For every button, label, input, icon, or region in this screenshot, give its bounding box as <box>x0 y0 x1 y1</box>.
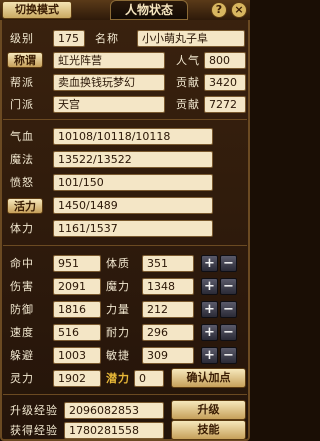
rage-label: 愤怒 <box>10 176 34 189</box>
strength-value: 212 <box>142 301 194 318</box>
magic-value: 1348 <box>142 278 194 295</box>
vitality-button[interactable]: 活力 <box>7 198 43 214</box>
endurance-value: 296 <box>142 324 194 341</box>
stamina-value: 1161/1537 <box>53 220 213 237</box>
gang-contribution-label: 贡献 <box>176 76 200 89</box>
sect-label: 门派 <box>10 98 34 111</box>
dodge-label: 躲避 <box>10 349 34 362</box>
close-icon[interactable]: × <box>231 2 247 18</box>
agility-value: 309 <box>142 347 194 364</box>
sect-contribution-label: 贡献 <box>176 98 200 111</box>
sect-value: 天宫 <box>53 96 165 113</box>
defense-value: 1816 <box>53 301 101 318</box>
stamina-label: 体力 <box>10 222 34 235</box>
upgrade-exp-label: 升级经验 <box>10 404 58 417</box>
upgrade-exp-value: 2096082853 <box>64 402 164 419</box>
divider <box>3 119 247 120</box>
potential-label: 潜力 <box>106 372 130 385</box>
obtained-exp-label: 获得经验 <box>10 424 58 437</box>
gang-contribution-value: 3420 <box>204 74 246 91</box>
popularity-label: 人气 <box>176 54 200 67</box>
spirit-label: 灵力 <box>10 372 34 385</box>
damage-value: 2091 <box>53 278 101 295</box>
switch-mode-button[interactable]: 切换模式 <box>2 1 72 19</box>
dodge-value: 1003 <box>53 347 101 364</box>
speed-label: 速度 <box>10 326 34 339</box>
damage-label: 伤害 <box>10 280 34 293</box>
strength-label: 力量 <box>106 303 130 316</box>
magic-minus-button[interactable]: − <box>220 278 237 295</box>
strength-minus-button[interactable]: − <box>220 301 237 318</box>
level-value: 175 <box>53 30 85 47</box>
con-minus-button[interactable]: − <box>220 255 237 272</box>
vitality-value: 1450/1489 <box>53 197 213 214</box>
agility-plus-button[interactable]: + <box>201 347 218 364</box>
endurance-minus-button[interactable]: − <box>220 324 237 341</box>
title-button[interactable]: 称谓 <box>7 52 43 68</box>
hit-label: 命中 <box>10 257 34 270</box>
divider <box>3 245 247 246</box>
confirm-points-button[interactable]: 确认加点 <box>171 368 246 388</box>
divider <box>3 394 247 395</box>
obtained-exp-value: 1780281558 <box>64 422 164 439</box>
con-label: 体质 <box>106 257 130 270</box>
hp-value: 10108/10118/10118 <box>53 128 213 145</box>
magic-plus-button[interactable]: + <box>201 278 218 295</box>
sect-contribution-value: 7272 <box>204 96 246 113</box>
endurance-plus-button[interactable]: + <box>201 324 218 341</box>
mp-label: 魔法 <box>10 153 34 166</box>
speed-value: 516 <box>53 324 101 341</box>
rage-value: 101/150 <box>53 174 213 191</box>
name-value: 小小萌丸子阜 <box>137 30 245 47</box>
potential-value: 0 <box>134 370 164 387</box>
hp-label: 气血 <box>10 130 34 143</box>
defense-label: 防御 <box>10 303 34 316</box>
tab-character-status[interactable]: 人物状态 <box>110 0 188 20</box>
con-value: 351 <box>142 255 194 272</box>
level-up-button[interactable]: 升级 <box>171 400 246 420</box>
mp-value: 13522/13522 <box>53 151 213 168</box>
agility-minus-button[interactable]: − <box>220 347 237 364</box>
title-value: 虹光阵营 <box>53 52 165 69</box>
popularity-value: 800 <box>204 52 246 69</box>
level-label: 级别 <box>10 32 34 45</box>
strength-plus-button[interactable]: + <box>201 301 218 318</box>
magic-label: 魔力 <box>106 280 130 293</box>
con-plus-button[interactable]: + <box>201 255 218 272</box>
name-label: 名称 <box>95 32 119 45</box>
endurance-label: 耐力 <box>106 326 130 339</box>
gang-value: 卖血换钱玩梦幻 <box>53 74 165 91</box>
agility-label: 敏捷 <box>106 349 130 362</box>
gang-label: 帮派 <box>10 76 34 89</box>
help-icon[interactable]: ? <box>211 2 227 18</box>
skills-button[interactable]: 技能 <box>171 420 246 440</box>
spirit-value: 1902 <box>53 370 101 387</box>
hit-value: 951 <box>53 255 101 272</box>
